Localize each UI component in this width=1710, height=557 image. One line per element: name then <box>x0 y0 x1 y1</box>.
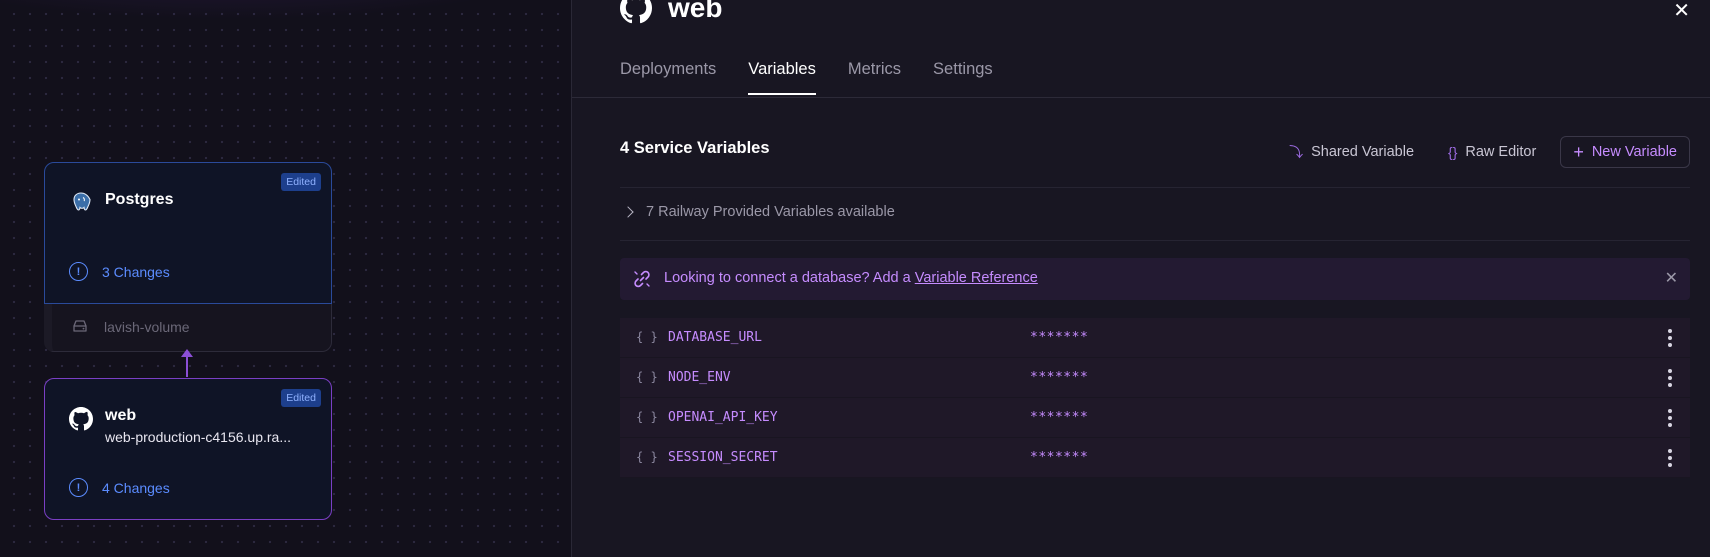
tab-deployments[interactable]: Deployments <box>620 60 716 95</box>
service-name: web <box>105 407 137 424</box>
volume-name: lavish-volume <box>104 319 190 335</box>
new-variable-label: New Variable <box>1591 144 1677 160</box>
provided-variables-label: 7 Railway Provided Variables available <box>646 204 895 220</box>
variable-value[interactable]: ******* <box>1030 450 1088 465</box>
shared-variable-button[interactable]: ⤵ Shared Variable <box>1279 135 1424 169</box>
canvas-glow <box>0 0 571 20</box>
table-row[interactable]: { } OPENAI_API_KEY ******* <box>620 398 1690 438</box>
changes-label: 3 Changes <box>102 263 170 280</box>
panel-title: web <box>668 0 723 23</box>
braces-icon: { } <box>636 450 658 464</box>
more-vertical-icon[interactable] <box>1664 367 1676 389</box>
variable-value[interactable]: ******* <box>1030 370 1088 385</box>
changes-label: 4 Changes <box>102 479 170 496</box>
edited-badge: Edited <box>281 173 321 191</box>
hint-text: Looking to connect a database? Add a Var… <box>664 270 1038 286</box>
volume-attachment[interactable]: lavish-volume <box>44 304 332 352</box>
shared-variable-label: Shared Variable <box>1311 144 1415 160</box>
more-vertical-icon[interactable] <box>1664 407 1676 429</box>
divider <box>620 187 1690 188</box>
braces-icon: { } <box>636 330 658 344</box>
variable-name[interactable]: SESSION_SECRET <box>668 450 778 465</box>
variables-header: 4 Service Variables ⤵ Shared Variable {}… <box>620 135 1690 169</box>
more-vertical-icon[interactable] <box>1664 327 1676 349</box>
raw-editor-button[interactable]: {} Raw Editor <box>1438 137 1546 167</box>
variables-count: 4 Service Variables <box>620 139 770 157</box>
tabs-divider <box>572 97 1710 98</box>
service-name: Postgres <box>105 191 174 208</box>
variable-name[interactable]: DATABASE_URL <box>668 330 762 345</box>
braces-icon: { } <box>636 370 658 384</box>
variable-name[interactable]: NODE_ENV <box>668 370 731 385</box>
github-icon <box>620 0 652 24</box>
more-vertical-icon[interactable] <box>1664 447 1676 469</box>
variable-reference-hint: Looking to connect a database? Add a Var… <box>620 258 1690 300</box>
divider <box>620 240 1690 241</box>
corner-down-right-icon: ⤵ <box>1289 144 1304 160</box>
new-variable-button[interactable]: + New Variable <box>1560 136 1690 168</box>
hard-drive-icon <box>73 320 87 332</box>
table-row[interactable]: { } SESSION_SECRET ******* <box>620 438 1690 478</box>
edited-badge: Edited <box>281 389 321 407</box>
link-icon <box>634 270 650 288</box>
provided-variables-toggle[interactable]: 7 Railway Provided Variables available <box>620 204 895 220</box>
close-hint-button[interactable]: ✕ <box>1665 268 1678 288</box>
plus-icon: + <box>1573 142 1584 162</box>
table-row[interactable]: { } NODE_ENV ******* <box>620 358 1690 398</box>
github-icon <box>69 407 93 431</box>
variables-table: { } DATABASE_URL ******* { } NODE_ENV **… <box>620 318 1690 478</box>
panel-header: web <box>620 0 722 24</box>
braces-icon: {} <box>1448 144 1458 160</box>
connector-arrow-icon <box>181 349 193 357</box>
project-canvas[interactable]: Edited Postgres ! 3 Changes lavish-volum… <box>0 0 571 557</box>
hint-message: Looking to connect a database? Add a <box>664 270 915 286</box>
web-service-card[interactable]: Edited web web-production-c4156.up.ra...… <box>44 378 332 520</box>
raw-editor-label: Raw Editor <box>1465 144 1537 160</box>
close-panel-button[interactable]: ✕ <box>1673 0 1690 23</box>
postgres-service-group: Edited Postgres ! 3 Changes lavish-volum… <box>44 162 332 352</box>
service-panel: web ✕ Deployments Variables Metrics Sett… <box>571 0 1710 557</box>
variable-reference-link[interactable]: Variable Reference <box>915 270 1038 286</box>
changes-indicator[interactable]: ! 4 Changes <box>69 478 170 497</box>
web-service-group: Edited web web-production-c4156.up.ra...… <box>44 378 332 520</box>
chevron-right-icon <box>622 206 634 218</box>
variables-actions: ⤵ Shared Variable {} Raw Editor + New Va… <box>1279 135 1690 169</box>
service-domain[interactable]: web-production-c4156.up.ra... <box>105 429 291 445</box>
alert-circle-icon: ! <box>69 478 88 497</box>
alert-circle-icon: ! <box>69 262 88 281</box>
tab-variables[interactable]: Variables <box>748 60 816 95</box>
postgres-service-card[interactable]: Edited Postgres ! 3 Changes <box>44 162 332 304</box>
table-row[interactable]: { } DATABASE_URL ******* <box>620 318 1690 358</box>
variable-value[interactable]: ******* <box>1030 410 1088 425</box>
changes-indicator[interactable]: ! 3 Changes <box>69 262 170 281</box>
variable-value[interactable]: ******* <box>1030 330 1088 345</box>
tab-metrics[interactable]: Metrics <box>848 60 901 95</box>
service-tabs: Deployments Variables Metrics Settings <box>620 60 993 95</box>
tab-settings[interactable]: Settings <box>933 60 993 95</box>
variable-name[interactable]: OPENAI_API_KEY <box>668 410 778 425</box>
braces-icon: { } <box>636 410 658 424</box>
postgres-icon <box>73 192 91 211</box>
